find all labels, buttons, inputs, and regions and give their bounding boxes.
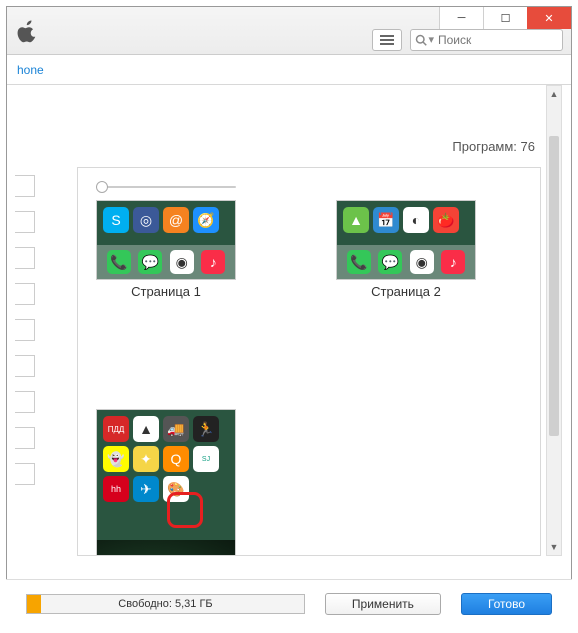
dock-messages-icon[interactable]: 💬 bbox=[378, 250, 402, 274]
storage-free-label: Свободно: 5,31 ГБ bbox=[27, 598, 304, 610]
list-icon bbox=[380, 35, 394, 45]
sidebar-item[interactable] bbox=[15, 283, 35, 305]
sidebar-item[interactable] bbox=[15, 247, 35, 269]
dock-chrome-icon[interactable]: ◉ bbox=[170, 250, 194, 274]
app-icon[interactable]: ✈ bbox=[133, 476, 159, 502]
apps-count-label: Программ: 76 bbox=[452, 139, 535, 154]
dock: 📞 💬 ◉ ♪ bbox=[337, 245, 475, 279]
bottom-bar: Свободно: 5,31 ГБ Применить Готово bbox=[6, 579, 572, 627]
slider-track bbox=[96, 186, 236, 188]
list-view-button[interactable] bbox=[372, 29, 402, 51]
titlebar: ▾ ─ ☐ ✕ bbox=[7, 7, 571, 55]
pages-grid: S ◎ @ 🧭 📞 💬 ◉ ♪ Страница 1 bbox=[78, 200, 540, 556]
app-icon[interactable]: ПДД bbox=[103, 416, 129, 442]
tab-device[interactable]: hone bbox=[7, 63, 54, 77]
tabs-row: hone bbox=[7, 55, 571, 85]
page-2-preview[interactable]: ▲ 📅 ◐ 🍅 📞 💬 ◉ ♪ bbox=[336, 200, 476, 280]
app-icon[interactable]: 👻 bbox=[103, 446, 129, 472]
apple-logo-icon bbox=[15, 19, 39, 43]
home-screen-panel: S ◎ @ 🧭 📞 💬 ◉ ♪ Страница 1 bbox=[77, 167, 541, 556]
zoom-slider[interactable] bbox=[96, 180, 236, 194]
app-icon[interactable]: ◎ bbox=[133, 207, 159, 233]
app-icon[interactable]: SJ bbox=[193, 446, 219, 472]
app-icon[interactable]: ▲ bbox=[133, 416, 159, 442]
search-dropdown-icon: ▾ bbox=[428, 33, 434, 46]
app-icon[interactable]: 🧭 bbox=[193, 207, 219, 233]
app-icon[interactable]: 🏃 bbox=[193, 416, 219, 442]
dock-music-icon[interactable]: ♪ bbox=[441, 250, 465, 274]
app-icon[interactable]: ▲ bbox=[343, 207, 369, 233]
vertical-scrollbar[interactable]: ▲ ▼ bbox=[546, 85, 562, 556]
sidebar-item[interactable] bbox=[15, 463, 35, 485]
maximize-button[interactable]: ☐ bbox=[483, 7, 527, 29]
page-2-label: Страница 2 bbox=[336, 284, 476, 299]
app-icon[interactable]: 🍅 bbox=[433, 207, 459, 233]
dock: 📞 💬 ◉ ♪ bbox=[97, 245, 235, 279]
page-3[interactable]: ПДД ▲ 🚚 🏃 👻 ✦ Q SJ hh ✈ 🎨 • ○ ○ ○ ○ bbox=[96, 409, 236, 556]
search-field[interactable]: ▾ bbox=[410, 29, 563, 51]
page-1-label: Страница 1 bbox=[96, 284, 236, 299]
done-button[interactable]: Готово bbox=[461, 593, 552, 615]
apply-button[interactable]: Применить bbox=[325, 593, 441, 615]
dock-music-icon[interactable]: ♪ bbox=[201, 250, 225, 274]
dock-messages-icon[interactable]: 💬 bbox=[138, 250, 162, 274]
sidebar-item[interactable] bbox=[15, 427, 35, 449]
app-icon[interactable]: ◐ bbox=[403, 207, 429, 233]
window-controls: ─ ☐ ✕ bbox=[439, 7, 571, 29]
sidebar-item[interactable] bbox=[15, 355, 35, 377]
app-highlight-marker bbox=[167, 492, 203, 528]
page-2[interactable]: ▲ 📅 ◐ 🍅 📞 💬 ◉ ♪ Страница 2 bbox=[336, 200, 476, 299]
scroll-down-icon[interactable]: ▼ bbox=[547, 539, 561, 555]
wallpaper bbox=[97, 540, 235, 556]
scrollbar-thumb[interactable] bbox=[549, 136, 559, 436]
sidebar-item[interactable] bbox=[15, 319, 35, 341]
dock-phone-icon[interactable]: 📞 bbox=[347, 250, 371, 274]
sidebar-categories bbox=[15, 175, 35, 499]
search-icon bbox=[415, 34, 427, 46]
minimize-button[interactable]: ─ bbox=[439, 7, 483, 29]
app-icon[interactable]: hh bbox=[103, 476, 129, 502]
app-icon[interactable]: Q bbox=[163, 446, 189, 472]
storage-bar: Свободно: 5,31 ГБ bbox=[26, 594, 305, 614]
slider-thumb[interactable] bbox=[96, 181, 108, 193]
page-3-preview[interactable]: ПДД ▲ 🚚 🏃 👻 ✦ Q SJ hh ✈ 🎨 • ○ ○ ○ ○ bbox=[96, 409, 236, 556]
scroll-up-icon[interactable]: ▲ bbox=[547, 86, 561, 102]
app-window: ▾ ─ ☐ ✕ hone Программ: 76 bbox=[6, 6, 572, 627]
dock-chrome-icon[interactable]: ◉ bbox=[410, 250, 434, 274]
page-1[interactable]: S ◎ @ 🧭 📞 💬 ◉ ♪ Страница 1 bbox=[96, 200, 236, 299]
close-button[interactable]: ✕ bbox=[527, 7, 571, 29]
app-icon[interactable]: S bbox=[103, 207, 129, 233]
sidebar-item[interactable] bbox=[15, 175, 35, 197]
app-icon[interactable]: @ bbox=[163, 207, 189, 233]
search-input[interactable] bbox=[438, 33, 558, 47]
sidebar-item[interactable] bbox=[15, 391, 35, 413]
page-1-preview[interactable]: S ◎ @ 🧭 📞 💬 ◉ ♪ bbox=[96, 200, 236, 280]
app-icon[interactable]: 🚚 bbox=[163, 416, 189, 442]
sidebar-item[interactable] bbox=[15, 211, 35, 233]
dock-phone-icon[interactable]: 📞 bbox=[107, 250, 131, 274]
app-icon[interactable]: 📅 bbox=[373, 207, 399, 233]
app-icon[interactable]: ✦ bbox=[133, 446, 159, 472]
